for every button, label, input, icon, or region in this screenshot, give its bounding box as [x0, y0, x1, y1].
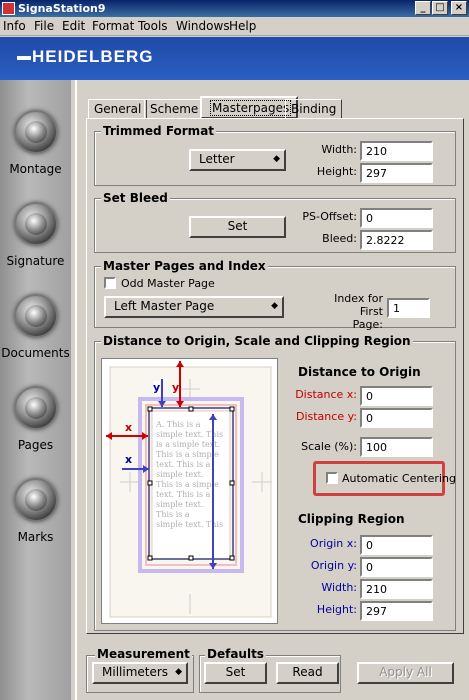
scale-label: Scale (%): [301, 440, 357, 453]
title-bar: SignaStation9 _ □ × [0, 0, 469, 17]
master-page-select[interactable]: Left Master Page ◆ [104, 296, 284, 318]
height-label: Height: [316, 165, 357, 178]
brand-bar: HEIDELBERG [0, 37, 469, 80]
tab-general[interactable]: General [88, 99, 148, 119]
origin-y-field[interactable]: 0 [360, 557, 433, 577]
knob-icon [13, 202, 58, 246]
tab-scheme[interactable]: Scheme [144, 99, 205, 119]
sidebar-item-documents[interactable]: Documents [0, 294, 71, 360]
defaults-title: Defaults [205, 647, 266, 661]
minimize-button[interactable]: _ [415, 1, 431, 15]
odd-master-label: Odd Master Page [121, 277, 215, 290]
ps-offset-field[interactable]: 0 [360, 208, 433, 228]
preview-y-origin-label: y [153, 381, 161, 394]
preview-y-label: y [172, 381, 180, 394]
distance-y-field[interactable]: 0 [360, 408, 433, 428]
page-preview[interactable]: A. This is a simple text. This is a simple… [101, 358, 278, 624]
width-field[interactable]: 210 [360, 141, 433, 161]
menu-edit[interactable]: Edit [62, 19, 85, 33]
app-icon [2, 2, 15, 15]
defaults-read-button[interactable]: Read [276, 662, 339, 684]
knob-icon [13, 478, 58, 522]
sidebar-item-label: Pages [17, 438, 54, 452]
knob-icon [13, 110, 58, 154]
origin-x-label: Origin x: [310, 537, 357, 550]
odd-master-checkbox[interactable] [104, 277, 116, 289]
clipping-region-title: Clipping Region [298, 512, 405, 526]
sidebar-item-marks[interactable]: Marks [0, 478, 71, 544]
distance-x-field[interactable]: 0 [360, 386, 433, 406]
tab-masterpages[interactable]: Masterpages [200, 96, 299, 119]
knob-icon [13, 294, 58, 338]
measurement-select[interactable]: Millimeters ◆ [92, 662, 188, 684]
defaults-set-button[interactable]: Set [204, 662, 267, 684]
automatic-centering-checkbox[interactable] [326, 472, 338, 484]
maximize-button[interactable]: □ [432, 1, 448, 15]
menu-help[interactable]: Help [229, 19, 256, 33]
height-field[interactable]: 297 [360, 163, 433, 183]
knob-icon [13, 386, 58, 430]
distance-subtitle: Distance to Origin [298, 365, 421, 379]
heidelberg-logo: HEIDELBERG [17, 47, 153, 67]
sidebar-item-montage[interactable]: Montage [0, 110, 71, 176]
sidebar-item-pages[interactable]: Pages [0, 386, 71, 452]
trimmed-format-title: Trimmed Format [101, 124, 217, 138]
preview-diagram: A. This is a simple text. This is a simple… [106, 361, 272, 618]
clip-height-label: Height: [316, 603, 357, 616]
distance-title: Distance to Origin, Scale and Clipping R… [101, 334, 413, 348]
origin-y-label: Origin y: [310, 559, 357, 572]
sidebar-item-label: Documents [1, 346, 70, 360]
bleed-field[interactable]: 2.8222 [360, 230, 433, 250]
measurement-title: Measurement [95, 647, 192, 661]
distance-x-label: Distance x: [295, 388, 357, 401]
menu-info[interactable]: Info [3, 19, 26, 33]
bleed-label: Bleed: [322, 232, 357, 245]
preview-x-origin-label: x [125, 453, 133, 466]
sidebar-item-label: Montage [9, 162, 62, 176]
tab-binding[interactable]: Binding [285, 99, 343, 119]
close-button[interactable]: × [451, 1, 467, 15]
menu-file[interactable]: File [34, 19, 54, 33]
sidebar-item-signature[interactable]: Signature [0, 202, 71, 268]
clip-width-field[interactable]: 210 [360, 579, 433, 599]
apply-all-button[interactable]: Apply All [357, 662, 454, 684]
window-title: SignaStation9 [18, 2, 106, 15]
sidebar: Montage Signature Documents Pages Marks [0, 80, 71, 700]
index-field[interactable]: 1 [387, 298, 430, 318]
menu-bar: Info File Edit Format Tools Windows Help [0, 17, 469, 36]
sidebar-item-label: Marks [17, 530, 54, 544]
sidebar-item-label: Signature [6, 254, 65, 268]
set-bleed-button[interactable]: Set [189, 216, 286, 238]
index-label: Index for First Page: [334, 292, 383, 331]
distance-y-label: Distance y: [295, 410, 357, 423]
clip-height-field[interactable]: 297 [360, 601, 433, 621]
set-bleed-title: Set Bleed [101, 191, 170, 205]
ps-offset-label: PS-Offset: [302, 210, 357, 223]
format-select[interactable]: Letter ◆ [189, 149, 286, 171]
menu-windows[interactable]: Windows [176, 19, 230, 33]
scale-field[interactable]: 100 [360, 437, 433, 457]
preview-x-label: x [125, 421, 133, 434]
master-pages-title: Master Pages and Index [101, 259, 268, 273]
width-label: Width: [321, 143, 357, 156]
menu-format[interactable]: Format [92, 19, 134, 33]
origin-x-field[interactable]: 0 [360, 535, 433, 555]
clip-width-label: Width: [321, 581, 357, 594]
menu-tools[interactable]: Tools [138, 19, 168, 33]
automatic-centering-label: Automatic Centering [342, 472, 456, 485]
